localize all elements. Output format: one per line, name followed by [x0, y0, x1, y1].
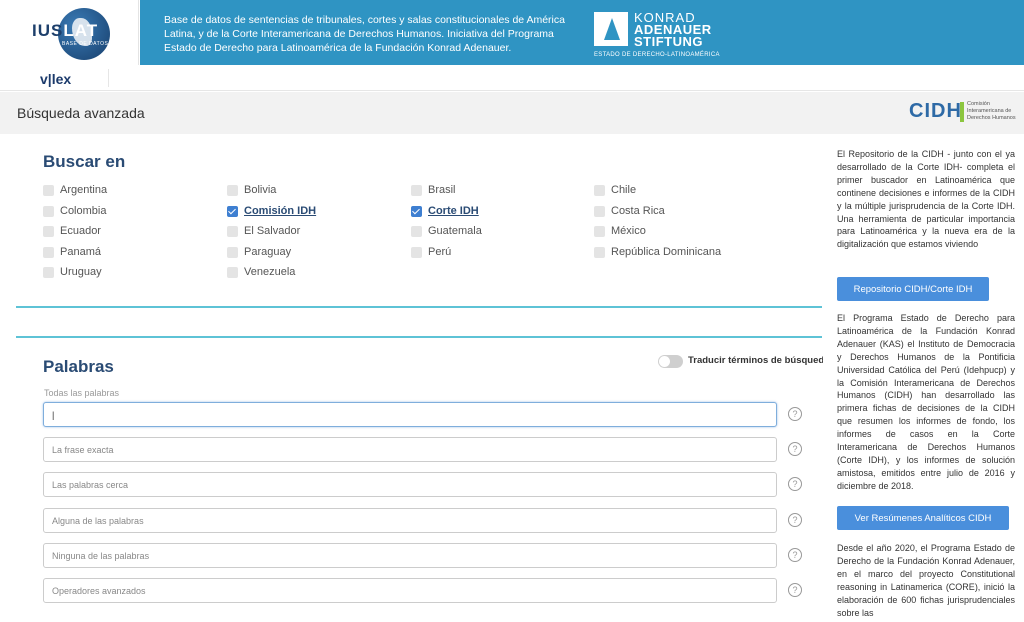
checkbox-icon[interactable]: [43, 184, 54, 196]
checkbox-label: Argentina: [60, 184, 108, 196]
checkbox-icon[interactable]: [227, 225, 238, 237]
page-title: Búsqueda avanzada: [17, 105, 145, 121]
checkbox-méxico[interactable]: México: [594, 225, 646, 237]
checkbox-label: Chile: [611, 184, 637, 196]
checkbox-label: Comisión IDH: [244, 205, 317, 217]
help-icon[interactable]: ?: [788, 513, 802, 527]
checkbox-argentina[interactable]: Argentina: [43, 184, 107, 196]
checkbox-perú[interactable]: Perú: [411, 246, 451, 258]
checkbox-label: Colombia: [60, 205, 107, 217]
checkbox-icon[interactable]: [594, 205, 605, 217]
checkbox-label: Panamá: [60, 246, 101, 258]
subheader: Búsqueda avanzada CIDH Comisión Interame…: [0, 92, 1024, 134]
search-field-input[interactable]: Ninguna de las palabras: [43, 543, 777, 568]
translate-toggle[interactable]: [658, 355, 683, 368]
all-words-caption: Todas las palabras: [44, 388, 120, 398]
checkbox-corte-idh[interactable]: Corte IDH: [411, 205, 479, 217]
checkbox-label: Bolivia: [244, 184, 277, 196]
banner-description: Base de datos de sentencias de tribunale…: [164, 14, 565, 54]
checkbox-icon[interactable]: [411, 246, 422, 258]
checkbox-icon[interactable]: [43, 225, 54, 237]
buscar-title: Buscar en: [43, 152, 126, 171]
sidebar: El Repositorio de la CIDH - junto con el…: [823, 134, 1024, 622]
checkbox-icon[interactable]: [227, 246, 238, 258]
checkbox-label: Venezuela: [244, 266, 296, 278]
checkbox-label: Paraguay: [244, 246, 292, 258]
checkbox-icon[interactable]: [43, 266, 54, 278]
kas-mark-icon: [594, 12, 628, 46]
checkbox-panamá[interactable]: Panamá: [43, 246, 101, 258]
checkbox-label: Brasil: [428, 184, 456, 196]
search-field-input[interactable]: Operadores avanzados: [43, 578, 777, 603]
site-header: IUSLAT BASE DE DATOS Base de datos de se…: [0, 0, 1024, 65]
vlex-logo[interactable]: v|lex: [40, 71, 71, 87]
checkbox-label: Corte IDH: [428, 205, 479, 217]
sidebar-paragraph-1: El Repositorio de la CIDH - junto con el…: [837, 149, 1015, 250]
divider: [108, 69, 109, 87]
cidh-accent-bar: [960, 102, 964, 122]
checkbox-venezuela[interactable]: Venezuela: [227, 266, 295, 278]
checkbox-comisión-idh[interactable]: Comisión IDH: [227, 205, 316, 217]
checkbox-label: El Salvador: [244, 225, 301, 237]
checkbox-icon[interactable]: [227, 266, 238, 278]
checkbox-el-salvador[interactable]: El Salvador: [227, 225, 300, 237]
checkbox-label: Guatemala: [428, 225, 482, 237]
checkbox-colombia[interactable]: Colombia: [43, 205, 106, 217]
iuslat-wordmark: IUSLAT: [32, 21, 99, 40]
checkbox-label: Costa Rica: [611, 205, 665, 217]
checkbox-checked-icon[interactable]: [411, 205, 422, 217]
checkbox-label: Perú: [428, 246, 452, 258]
checkbox-brasil[interactable]: Brasil: [411, 184, 456, 196]
checkbox-label: República Dominicana: [611, 246, 722, 258]
sidebar-paragraph-3: Desde el año 2020, el Programa Estado de…: [837, 543, 1015, 618]
kas-logo[interactable]: KONRAD ADENAUER STIFTUNG ESTADO DE DEREC…: [594, 10, 734, 60]
checkbox-paraguay[interactable]: Paraguay: [227, 246, 291, 258]
help-icon[interactable]: ?: [788, 407, 802, 421]
checkbox-icon[interactable]: [227, 184, 238, 196]
checkbox-label: México: [611, 225, 646, 237]
checkbox-bolivia[interactable]: Bolivia: [227, 184, 276, 196]
section-divider: [16, 306, 822, 308]
cidh-wordmark: CIDH: [909, 100, 962, 122]
checkbox-icon[interactable]: [594, 246, 605, 258]
checkbox-icon[interactable]: [43, 205, 54, 217]
resumenes-button[interactable]: Ver Resúmenes Analíticos CIDH: [837, 506, 1009, 530]
translate-toggle-label: Traducir términos de búsqueda: [688, 355, 830, 366]
checkbox-costa-rica[interactable]: Costa Rica: [594, 205, 665, 217]
header-banner: Base de datos de sentencias de tribunale…: [140, 0, 1024, 65]
checkbox-icon[interactable]: [411, 225, 422, 237]
checkbox-label: Ecuador: [60, 225, 101, 237]
cidh-logo[interactable]: CIDH Comisión Interamericana de Derechos…: [909, 98, 1024, 128]
checkbox-ecuador[interactable]: Ecuador: [43, 225, 101, 237]
checkbox-checked-icon[interactable]: [227, 205, 238, 217]
checkbox-uruguay[interactable]: Uruguay: [43, 266, 102, 278]
help-icon[interactable]: ?: [788, 548, 802, 562]
checkbox-república-dominicana[interactable]: República Dominicana: [594, 246, 721, 258]
toggle-knob: [659, 356, 670, 367]
checkbox-guatemala[interactable]: Guatemala: [411, 225, 482, 237]
repositorio-button[interactable]: Repositorio CIDH/Corte IDH: [837, 277, 989, 301]
all-words-input[interactable]: |: [43, 402, 777, 427]
palabras-title: Palabras: [43, 357, 114, 376]
cidh-subtitle: Comisión Interamericana de Derechos Huma…: [967, 101, 1016, 121]
vlex-bar: v|lex: [0, 65, 1024, 91]
section-divider: [16, 336, 822, 338]
sidebar-paragraph-2: El Programa Estado de Derecho para Latin…: [837, 313, 1015, 491]
help-icon[interactable]: ?: [788, 442, 802, 456]
iuslat-subtitle: BASE DE DATOS: [62, 41, 109, 47]
iuslat-logo[interactable]: IUSLAT BASE DE DATOS: [0, 0, 139, 65]
kas-line3: STIFTUNG: [634, 34, 703, 49]
checkbox-icon[interactable]: [594, 225, 605, 237]
help-icon[interactable]: ?: [788, 583, 802, 597]
checkbox-icon[interactable]: [43, 246, 54, 258]
checkbox-icon[interactable]: [411, 184, 422, 196]
kas-line4: ESTADO DE DERECHO-LATINOAMÉRICA: [594, 52, 720, 58]
help-icon[interactable]: ?: [788, 477, 802, 491]
search-field-input[interactable]: La frase exacta: [43, 437, 777, 462]
search-field-input[interactable]: Las palabras cerca: [43, 472, 777, 497]
checkbox-chile[interactable]: Chile: [594, 184, 636, 196]
checkbox-label: Uruguay: [60, 266, 102, 278]
checkbox-icon[interactable]: [594, 184, 605, 196]
search-field-input[interactable]: Alguna de las palabras: [43, 508, 777, 533]
